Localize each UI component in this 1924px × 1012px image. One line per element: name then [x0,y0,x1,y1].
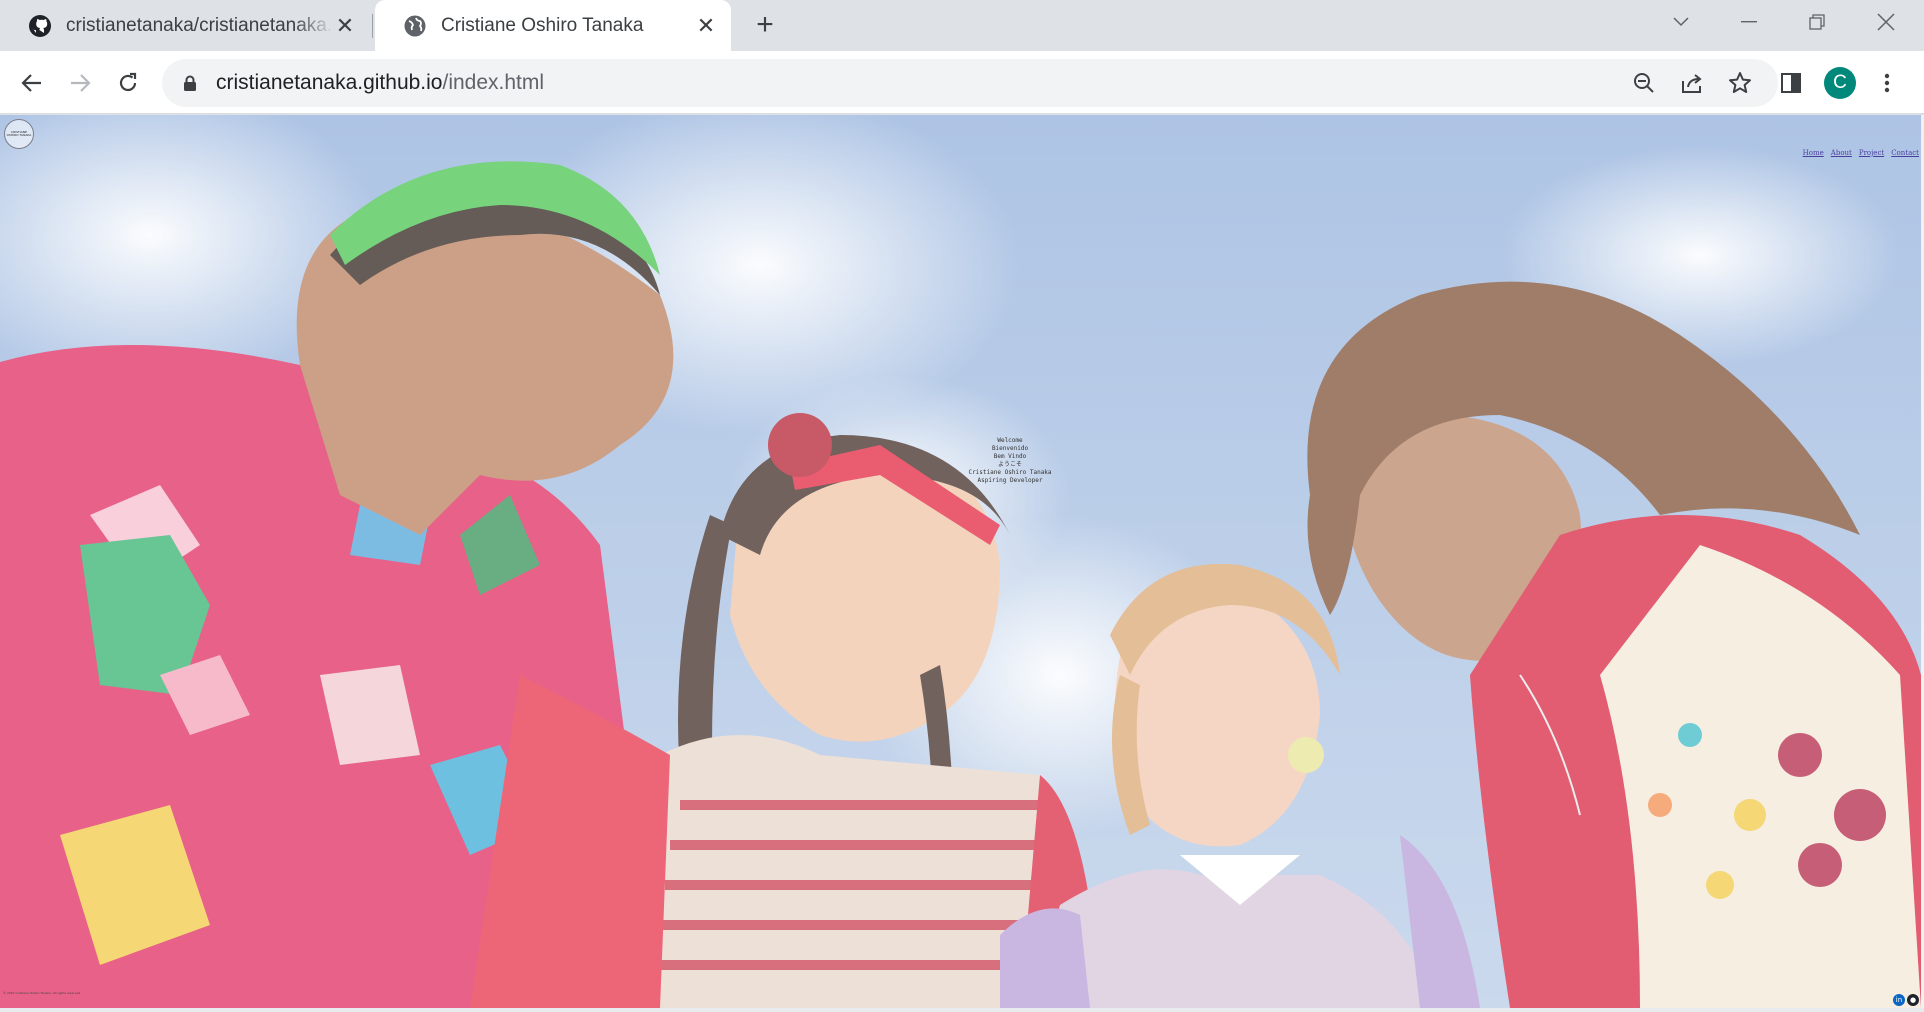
lock-icon[interactable] [180,73,200,93]
close-icon[interactable]: ✕ [695,13,717,38]
back-arrow-icon[interactable] [12,63,52,103]
window-close-icon[interactable] [1856,0,1916,44]
side-panel-icon[interactable] [1772,64,1810,102]
window-bottom-edge [0,1008,1924,1012]
background-overlay [0,115,1921,1008]
toolbar-divider [0,113,1924,114]
site-nav: Home About Project Contact [1803,149,1919,157]
tab-divider [372,14,373,38]
welcome-english: Welcome [997,437,1023,444]
welcome-portuguese: Bem Vindo [993,453,1027,460]
minimize-icon[interactable] [1719,0,1779,44]
tab-title: cristianetanaka/cristianetanaka.github.i… [66,14,334,36]
footer-copyright: © 2022 Cristiane Oshiro Tanaka. All righ… [3,991,82,995]
social-links: in ● [1893,994,1919,1006]
bookmark-star-icon[interactable] [1726,69,1754,97]
nav-about-link[interactable]: About [1831,149,1852,157]
new-tab-button[interactable]: + [748,8,782,42]
browser-toolbar: cristianetanaka.github.io/index.html C [0,51,1924,114]
tab-search-icon[interactable] [1651,0,1711,44]
linkedin-icon[interactable]: in [1893,994,1905,1006]
globe-icon [403,14,427,38]
hero-background-photo [0,115,1921,1008]
owner-role: Aspiring Developer [977,477,1043,484]
owner-name: Cristiane Oshiro Tanaka [968,469,1052,476]
tab-github-repo[interactable]: cristianetanaka/cristianetanaka.github.i… [0,0,370,51]
page-viewport: CRISTIANE OSHIRO TANAKA Home About Proje… [0,115,1921,1008]
url-path: /index.html [442,71,545,94]
share-icon[interactable] [1678,69,1706,97]
zoom-out-icon[interactable] [1630,69,1658,97]
url-text[interactable]: cristianetanaka.github.io/index.html [216,71,544,95]
profile-avatar[interactable]: C [1824,67,1856,99]
github-icon [28,14,52,38]
welcome-spanish: Bienvenido [991,445,1029,452]
nav-project-link[interactable]: Project [1859,149,1884,157]
github-icon[interactable]: ● [1907,994,1919,1006]
tab-title: Cristiane Oshiro Tanaka [441,14,644,36]
address-bar[interactable]: cristianetanaka.github.io/index.html [162,59,1778,107]
nav-home-link[interactable]: Home [1803,149,1824,157]
site-logo[interactable]: CRISTIANE OSHIRO TANAKA [4,119,34,149]
forward-arrow-icon[interactable] [60,63,100,103]
tab-portfolio[interactable]: Cristiane Oshiro Tanaka ✕ [375,0,731,51]
restore-icon[interactable] [1787,0,1847,44]
tab-strip: cristianetanaka/cristianetanaka.github.i… [0,0,1924,51]
reload-icon[interactable] [108,63,148,103]
nav-contact-link[interactable]: Contact [1891,149,1919,157]
welcome-block: Welcome Bienvenido Bem Vindo ようこそ Cristi… [960,437,1060,485]
more-menu-icon[interactable] [1868,64,1906,102]
welcome-japanese: ようこそ [997,461,1022,468]
close-icon[interactable]: ✕ [334,13,356,38]
url-host: cristianetanaka.github.io [216,71,443,94]
